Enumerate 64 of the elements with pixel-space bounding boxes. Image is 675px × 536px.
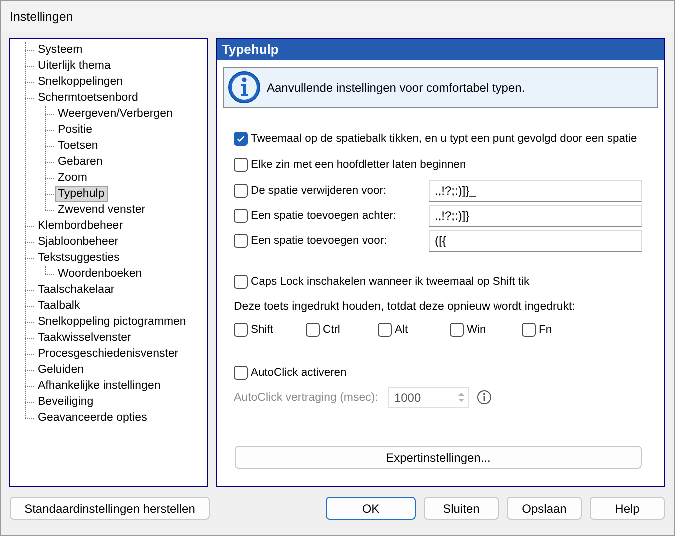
checkbox[interactable] (234, 158, 248, 172)
dialog-button[interactable]: OK (326, 497, 416, 520)
tree-item[interactable]: Taalschakelaar (35, 282, 118, 298)
checkbox[interactable] (306, 323, 320, 337)
tree-item[interactable]: Snelkoppelingen (35, 74, 126, 90)
info-text: Aanvullende instellingen voor comfortabel typen. (267, 80, 526, 94)
checkbox-label: Win (467, 324, 486, 336)
checkbox-label: Tweemaal op de spatiebalk tikken, en u typt een punt gevolgd door een spatie (251, 133, 638, 145)
panel-title: Typehulp (217, 39, 664, 60)
tree-item[interactable]: Geluiden (35, 362, 88, 378)
checkbox[interactable] (234, 132, 248, 146)
tree-item[interactable]: Afhankelijke instellingen (35, 378, 164, 394)
checkbox[interactable] (234, 208, 248, 222)
delay-label: AutoClick vertraging (msec): (234, 392, 378, 404)
checkbox[interactable] (234, 323, 248, 337)
window-title: Instellingen (10, 10, 74, 24)
tree-item[interactable]: Zwevend venster (55, 202, 149, 218)
checkbox[interactable] (378, 323, 392, 337)
checkbox-label: Alt (395, 324, 408, 336)
tree-item[interactable]: Woordenboeken (55, 266, 146, 282)
tree-item[interactable]: Taakwisselvenster (35, 330, 134, 346)
info-icon[interactable] (477, 390, 492, 405)
text-field[interactable]: .,!?;:)]} (429, 204, 642, 226)
dialog-button[interactable]: Standaardinstellingen herstellen (10, 497, 210, 520)
tree-item[interactable]: Tekstsuggesties (35, 250, 123, 266)
tree-item[interactable]: Schermtoetsenbord (35, 90, 142, 106)
checkbox-label: AutoClick activeren (251, 366, 347, 378)
tree-item[interactable]: Systeem (35, 42, 86, 58)
checkbox-label: Fn (539, 324, 552, 336)
tree-item[interactable]: Snelkoppeling pictogrammen (35, 314, 190, 330)
checkbox[interactable] (234, 234, 248, 248)
checkbox[interactable] (234, 366, 248, 380)
tree-item[interactable]: Taalbalk (35, 298, 84, 314)
tree-item[interactable]: Typehulp (55, 186, 108, 202)
tree-item[interactable]: Weergeven/Verbergen (55, 106, 176, 122)
expert-settings-button[interactable]: Expertinstellingen... (235, 446, 642, 469)
checkbox-label: De spatie verwijderen voor: (251, 184, 387, 196)
tree-item[interactable]: Klembordbeheer (35, 218, 126, 234)
info-icon (228, 71, 261, 104)
tree-item[interactable]: Procesgeschiedenisvenster (35, 346, 182, 362)
checkbox-label: Een spatie toevoegen achter: (251, 210, 397, 222)
text-field[interactable]: .,!?;:)]}_ (429, 180, 642, 202)
tree-item[interactable]: Positie (55, 122, 96, 138)
checkbox-label: Ctrl (323, 324, 340, 336)
checkbox[interactable] (234, 274, 248, 288)
dialog-button[interactable]: Help (590, 497, 665, 520)
dialog-button[interactable]: Sluiten (424, 497, 499, 520)
checkbox[interactable] (450, 323, 464, 337)
checkbox[interactable] (522, 323, 536, 337)
tree-item[interactable]: Uiterlijk thema (35, 58, 114, 74)
dialog-button[interactable]: Opslaan (507, 497, 582, 520)
checkbox[interactable] (234, 184, 248, 198)
tree-item[interactable]: Beveiliging (35, 394, 97, 410)
checkbox-label: Caps Lock inschakelen wanneer ik tweemaal op Shift tik (251, 276, 530, 288)
hold-keys-label: Deze toets ingedrukt houden, totdat deze opnieuw wordt ingedrukt: (234, 301, 576, 313)
checkbox-label: Een spatie toevoegen voor: (251, 234, 388, 246)
tree-item[interactable]: Toetsen (55, 138, 102, 154)
text-field[interactable]: ([{ (429, 230, 642, 252)
checkbox-label: Shift (251, 324, 274, 336)
tree-item[interactable]: Zoom (55, 170, 90, 186)
tree-item[interactable]: Gebaren (55, 154, 106, 170)
checkbox-label: Elke zin met een hoofdletter laten beginnen (251, 159, 466, 171)
tree-item[interactable]: Geavanceerde opties (35, 410, 150, 426)
tree-item[interactable]: Sjabloonbeheer (35, 234, 122, 250)
